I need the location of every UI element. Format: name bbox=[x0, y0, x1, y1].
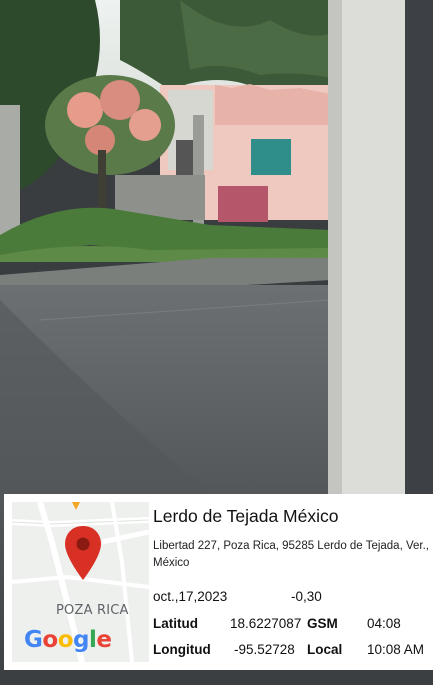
location-card: POZA RICA Google Lerdo de Tejada México … bbox=[4, 494, 433, 670]
bottom-road-strip bbox=[0, 670, 433, 685]
date-text: oct.,17,2023 bbox=[153, 589, 228, 604]
latitude-value: 18.6227087 bbox=[230, 616, 302, 631]
latitude-label: Latitud bbox=[153, 616, 198, 631]
longitude-value: -95.52728 bbox=[234, 642, 295, 657]
local-label: Local bbox=[307, 642, 343, 657]
map-city-label: POZA RICA bbox=[56, 603, 129, 618]
longitude-label: Longitud bbox=[153, 642, 211, 657]
location-title: Lerdo de Tejada México bbox=[153, 506, 339, 526]
mini-map[interactable]: POZA RICA Google bbox=[12, 502, 149, 662]
gsm-label: GSM bbox=[307, 616, 338, 631]
local-time: 10:08 AM bbox=[367, 642, 425, 657]
location-address: Libertad 227, Poza Rica, 95285 Lerdo de … bbox=[153, 540, 429, 569]
location-pin-icon bbox=[65, 526, 101, 580]
offset-text: -0,30 bbox=[291, 589, 322, 604]
gsm-time: 04:08 bbox=[367, 616, 401, 631]
google-logo: Google bbox=[24, 627, 112, 653]
location-info: Lerdo de Tejada México Libertad 227, Poz… bbox=[153, 494, 433, 670]
